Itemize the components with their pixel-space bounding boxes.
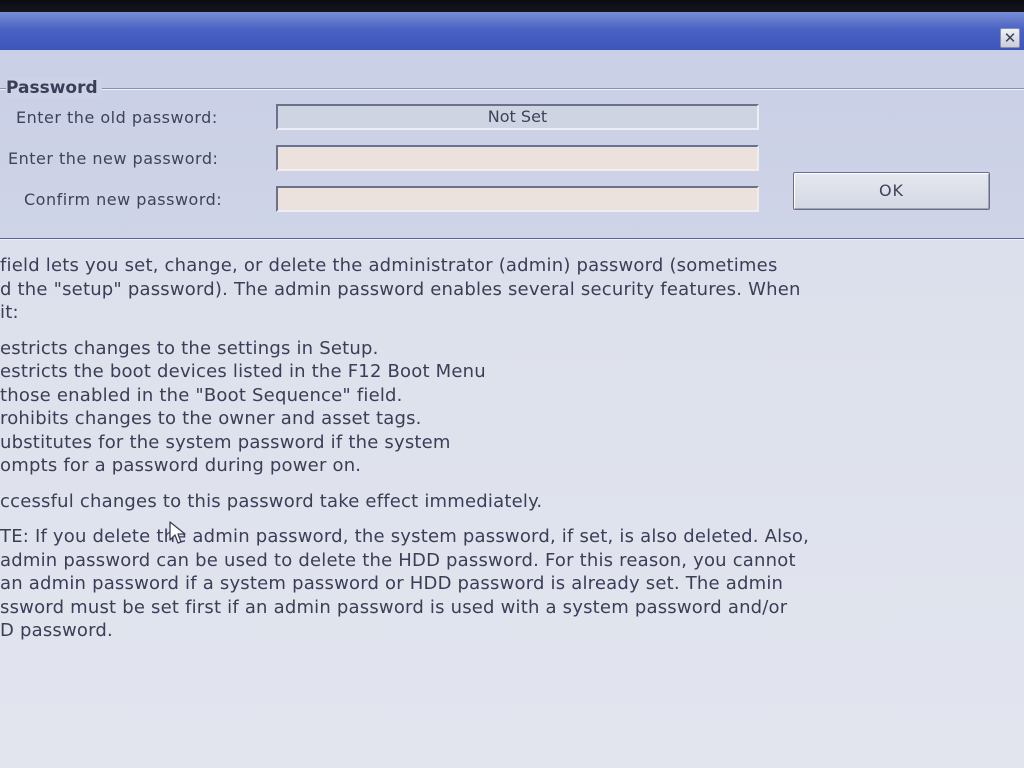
help-success-line: ccessful changes to this password take e… — [0, 490, 543, 512]
mouse-cursor-icon — [169, 521, 186, 544]
help-feature-line: ubstitutes for the system password if th… — [0, 431, 451, 453]
title-bar: ✕ — [0, 12, 1024, 50]
old-password-field[interactable]: Not Set — [276, 104, 759, 130]
confirm-password-field[interactable] — [276, 186, 759, 212]
help-note-line: ssword must be set first if an admin pas… — [0, 596, 788, 618]
ok-button[interactable]: OK — [793, 172, 990, 210]
section-divider — [0, 238, 1024, 240]
new-password-field[interactable] — [276, 145, 759, 171]
help-feature-line: ompts for a password during power on. — [0, 455, 362, 476]
old-password-label: Enter the old password: — [16, 108, 218, 127]
new-password-label: Enter the new password: — [8, 149, 219, 168]
help-feature-line: those enabled in the "Boot Sequence" fie… — [0, 384, 403, 406]
help-feature-line: estricts the boot devices listed in the … — [0, 361, 486, 382]
confirm-password-label: Confirm new password: — [24, 190, 223, 209]
help-feature-line: rohibits changes to the owner and asset … — [0, 408, 422, 429]
help-intro-line: d the "setup" password). The admin passw… — [0, 278, 801, 300]
help-intro-line: it: — [0, 302, 19, 323]
help-note-line: TE: If you delete the admin password, th… — [0, 526, 810, 547]
help-note-line: admin password can be used to delete the… — [0, 549, 796, 571]
help-text: field lets you set, change, or delete th… — [0, 254, 1000, 643]
help-note-line: D password. — [0, 620, 113, 641]
help-note-line: an admin password if a system password o… — [0, 573, 784, 594]
help-feature-line: estricts changes to the settings in Setu… — [0, 337, 379, 359]
password-group-title: Password — [6, 78, 102, 98]
close-icon: ✕ — [1003, 28, 1017, 47]
close-button[interactable]: ✕ — [1000, 28, 1020, 48]
group-divider — [0, 88, 1024, 90]
help-intro-line: field lets you set, change, or delete th… — [0, 255, 778, 276]
